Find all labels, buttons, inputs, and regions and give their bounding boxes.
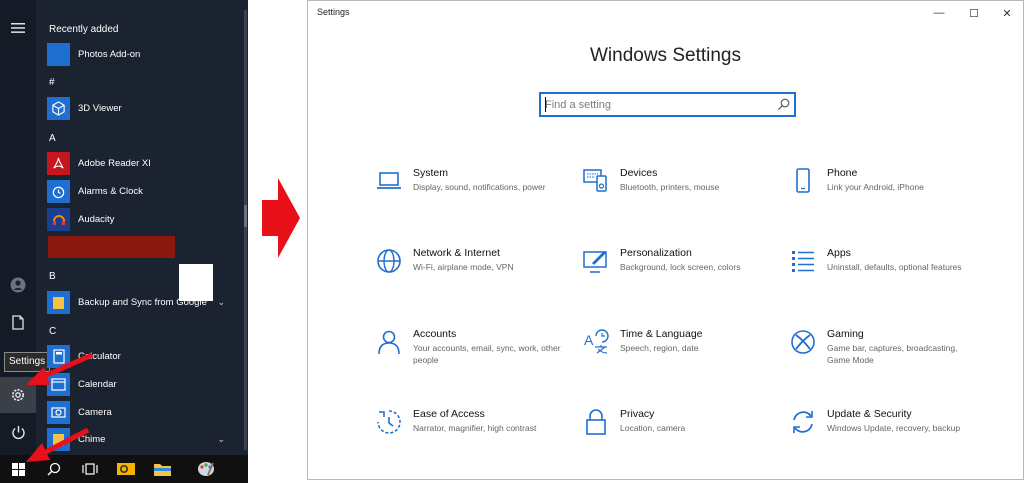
tile-description: Link your Android, iPhone <box>827 182 924 192</box>
phone-icon <box>796 168 810 193</box>
tile-time-language[interactable]: A Time & Language Speech, region, date <box>582 328 782 388</box>
xbox-icon <box>791 330 815 354</box>
tile-update-security[interactable]: Update & Security Windows Update, recove… <box>789 408 989 468</box>
tile-description: Background, lock screen, colors <box>620 262 741 272</box>
tile-description: Display, sound, notifications, power <box>413 182 546 192</box>
tile-description: Wi-Fi, airplane mode, VPN <box>413 262 514 272</box>
tile-description: Windows Update, recovery, backup <box>827 423 961 433</box>
tile-description: Location, camera <box>620 423 686 433</box>
tile-title: Gaming <box>827 328 864 340</box>
tile-apps[interactable]: Apps Uninstall, defaults, optional featu… <box>789 247 989 307</box>
paint-brush-icon <box>583 251 607 273</box>
lock-icon <box>586 409 606 435</box>
search-icon[interactable] <box>777 98 790 111</box>
tile-title: Accounts <box>413 328 457 340</box>
tile-title: Phone <box>827 167 858 179</box>
devices-icon <box>583 169 607 192</box>
svg-text:A: A <box>584 332 594 348</box>
settings-window: Settings — ☐ ✕ Windows Settings System D… <box>307 0 1024 480</box>
tile-description: Game bar, captures, broadcasting, Game M… <box>827 343 958 365</box>
maximize-button[interactable]: ☐ <box>957 3 991 23</box>
tile-devices[interactable]: Devices Bluetooth, printers, mouse <box>582 167 782 227</box>
person-icon <box>378 330 400 355</box>
tile-phone[interactable]: Phone Link your Android, iPhone <box>789 167 989 227</box>
red-arrow-icon <box>26 352 94 385</box>
search-box[interactable] <box>539 92 796 117</box>
close-button[interactable]: ✕ <box>990 3 1024 23</box>
tile-personalization[interactable]: Personalization Background, lock screen,… <box>582 247 782 307</box>
tile-description: Uninstall, defaults, optional features <box>827 262 962 272</box>
laptop-icon <box>377 172 401 189</box>
window-title: Settings <box>317 7 350 17</box>
minimize-button[interactable]: — <box>922 3 956 23</box>
search-input[interactable] <box>545 96 765 113</box>
tile-description: Bluetooth, printers, mouse <box>620 182 720 192</box>
tile-description: Your accounts, email, sync, work, other … <box>413 343 561 365</box>
tile-ease-of-access[interactable]: Ease of Access Narrator, magnifier, high… <box>375 408 575 468</box>
tile-system[interactable]: System Display, sound, notifications, po… <box>375 167 575 227</box>
tile-description: Narrator, magnifier, high contrast <box>413 423 537 433</box>
red-arrow-icon <box>26 427 90 462</box>
tile-title: Devices <box>620 167 658 179</box>
tile-title: Apps <box>827 247 851 259</box>
tile-description: Speech, region, date <box>620 343 699 353</box>
tile-title: Ease of Access <box>413 408 485 420</box>
tile-title: Update & Security <box>827 408 912 420</box>
red-right-arrow-icon <box>262 178 300 258</box>
tile-network-internet[interactable]: Network & Internet Wi-Fi, airplane mode,… <box>375 247 575 307</box>
tile-title: Personalization <box>620 247 692 259</box>
apps-list-icon <box>792 251 814 272</box>
update-icon <box>793 411 813 433</box>
tile-title: Network & Internet <box>413 247 500 259</box>
tile-accounts[interactable]: Accounts Your accounts, email, sync, wor… <box>375 328 575 388</box>
tile-title: System <box>413 167 449 179</box>
tile-gaming[interactable]: Gaming Game bar, captures, broadcasting,… <box>789 328 989 388</box>
time-language-icon: A <box>584 329 609 354</box>
page-title: Windows Settings <box>589 45 741 66</box>
tile-title: Privacy <box>620 408 655 420</box>
globe-icon <box>377 249 401 273</box>
tile-title: Time & Language <box>620 328 703 340</box>
tile-privacy[interactable]: Privacy Location, camera <box>582 408 782 468</box>
ease-of-access-icon <box>377 410 401 434</box>
